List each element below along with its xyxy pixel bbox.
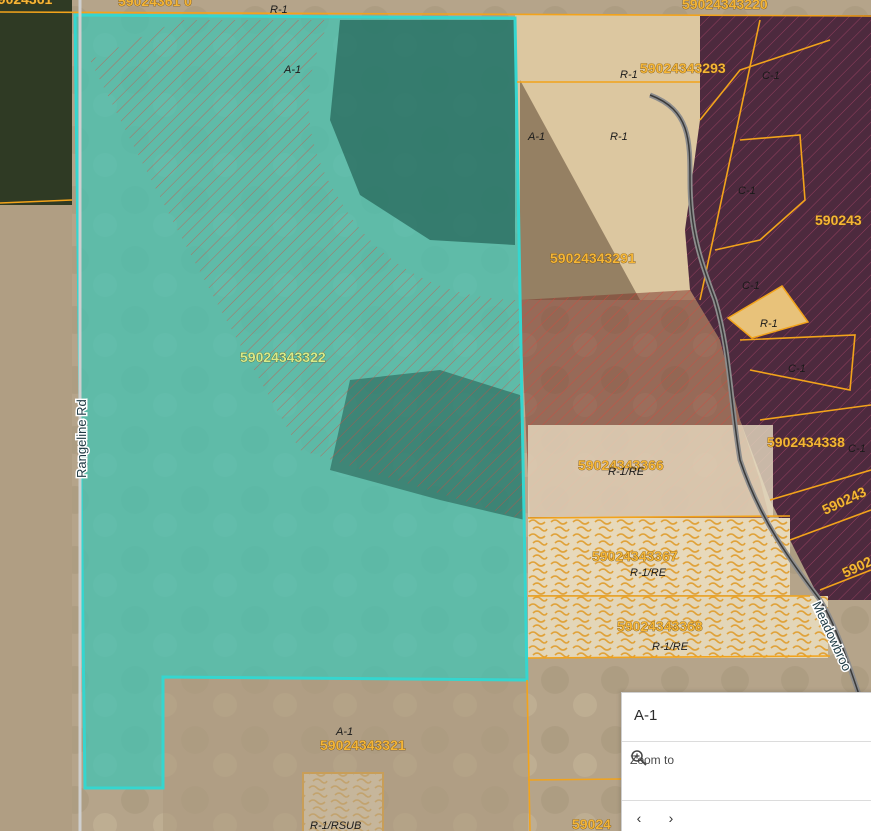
- previous-feature-button[interactable]: ‹: [630, 809, 648, 827]
- zone-label-c1-lower: C-1: [788, 363, 806, 375]
- zone-label-c1-top: C-1: [762, 70, 780, 82]
- parcel-label-top-left: 59024361: [0, 0, 53, 7]
- zone-label-r1-mid: R-1: [610, 131, 628, 143]
- zone-label-re1: R-1/RE: [608, 466, 645, 478]
- zone-label-a1-top: A-1: [283, 64, 301, 76]
- popup-divider: [622, 800, 871, 801]
- zone-label-re2: R-1/RE: [630, 567, 667, 579]
- zone-label-r1-293: R-1: [620, 69, 638, 81]
- road-label-rangeline: Rangeline Rd: [74, 399, 89, 478]
- zone-label-c1-edge: C-1: [848, 443, 866, 455]
- south-field: [163, 677, 528, 831]
- parcel-label-right-mid: 5902434338: [767, 434, 845, 450]
- zone-label-re3: R-1/RE: [652, 641, 689, 653]
- popup-divider: [622, 741, 871, 742]
- popup-title: A-1: [634, 707, 658, 724]
- parcel-label-321: 59024343321: [320, 737, 406, 753]
- map-view[interactable]: 59024361 59024361 0 59024343220 59024343…: [0, 0, 871, 831]
- parcel-label-top-center: 59024361 0: [118, 0, 192, 9]
- parcel-label-291: 59024343291: [550, 250, 636, 266]
- zone-label-a1-bottom: A-1: [335, 726, 353, 738]
- parcel-label-293: 59024343293: [640, 60, 726, 76]
- parcel-label-right-upper: 590243: [815, 212, 862, 228]
- zone-label-c1-small: C-1: [742, 280, 760, 292]
- zone-label-c1-mid: C-1: [738, 185, 756, 197]
- zone-label-top: R-1: [270, 4, 288, 16]
- zoom-to-button[interactable]: Zoom to: [630, 749, 674, 771]
- west-field: [0, 205, 72, 831]
- feature-popup: A-1 Zoom to ‹ ›: [621, 692, 871, 831]
- parcel-label-top-right: 59024343220: [682, 0, 768, 12]
- parcel-label-368: 59024343368: [617, 618, 703, 634]
- parcel-label-322: 59024343322: [240, 349, 326, 365]
- zone-label-r1-small: R-1: [760, 318, 778, 330]
- forest-area: [0, 0, 72, 205]
- parcel-label-bottom: 59024: [572, 816, 611, 831]
- zone-label-rsub: R-1/RSUB: [310, 820, 361, 831]
- zone-label-a1-mid: A-1: [527, 131, 545, 143]
- zoom-in-icon: [631, 750, 647, 766]
- next-feature-button[interactable]: ›: [662, 809, 680, 827]
- parcel-line: [527, 778, 622, 781]
- parcel-label-367: 59024343367: [592, 548, 678, 564]
